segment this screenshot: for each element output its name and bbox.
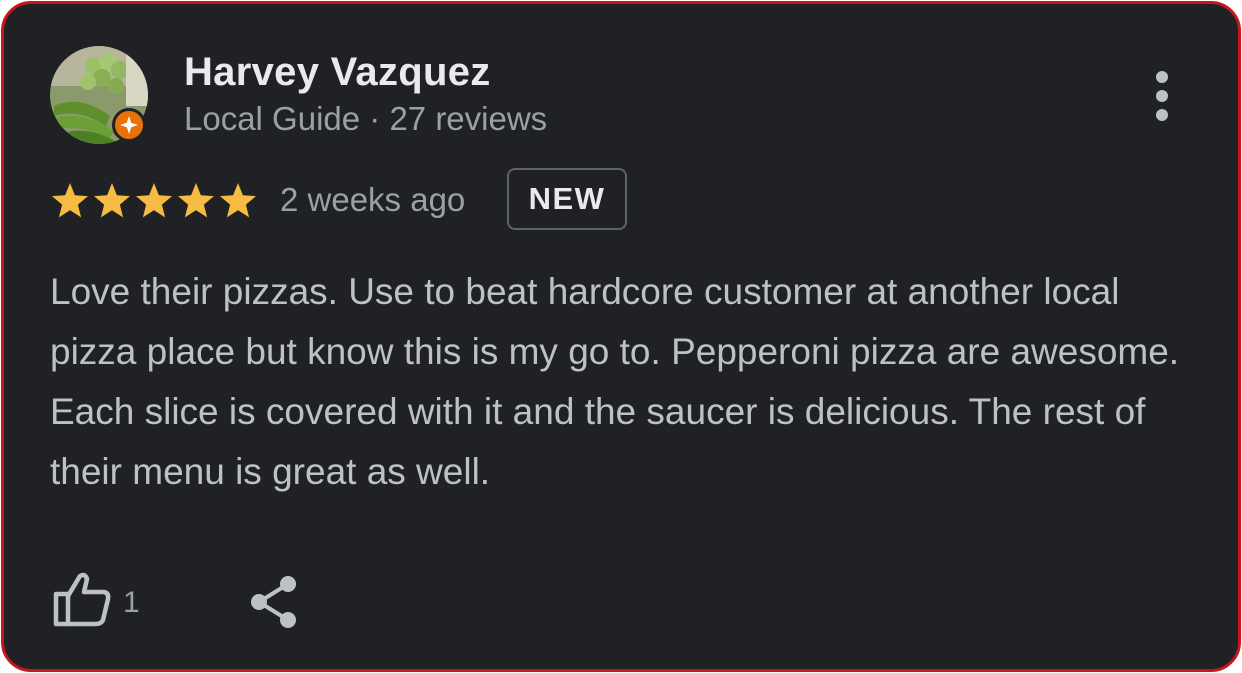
star-icon [136,183,172,218]
more-vert-icon[interactable] [1144,68,1180,124]
star-icon [178,183,214,218]
author-name[interactable]: Harvey Vazquez [184,50,491,95]
avatar[interactable] [50,46,148,144]
like-count: 1 [123,586,140,619]
local-guide-badge-icon [112,108,146,142]
share-icon[interactable] [248,574,300,630]
star-icon [52,183,88,218]
star-rating [50,182,260,222]
review-time: 2 weeks ago [280,181,466,218]
review-text: Love their pizzas. Use to beat hardcore … [50,271,1180,492]
review-card: Harvey Vazquez Local Guide · 27 reviews … [1,1,1241,672]
star-icon [220,183,256,218]
star-icon [94,183,130,218]
new-badge: NEW [507,168,627,230]
thumbs-up-icon[interactable] [52,570,112,628]
author-meta: Local Guide · 27 reviews [184,100,548,137]
